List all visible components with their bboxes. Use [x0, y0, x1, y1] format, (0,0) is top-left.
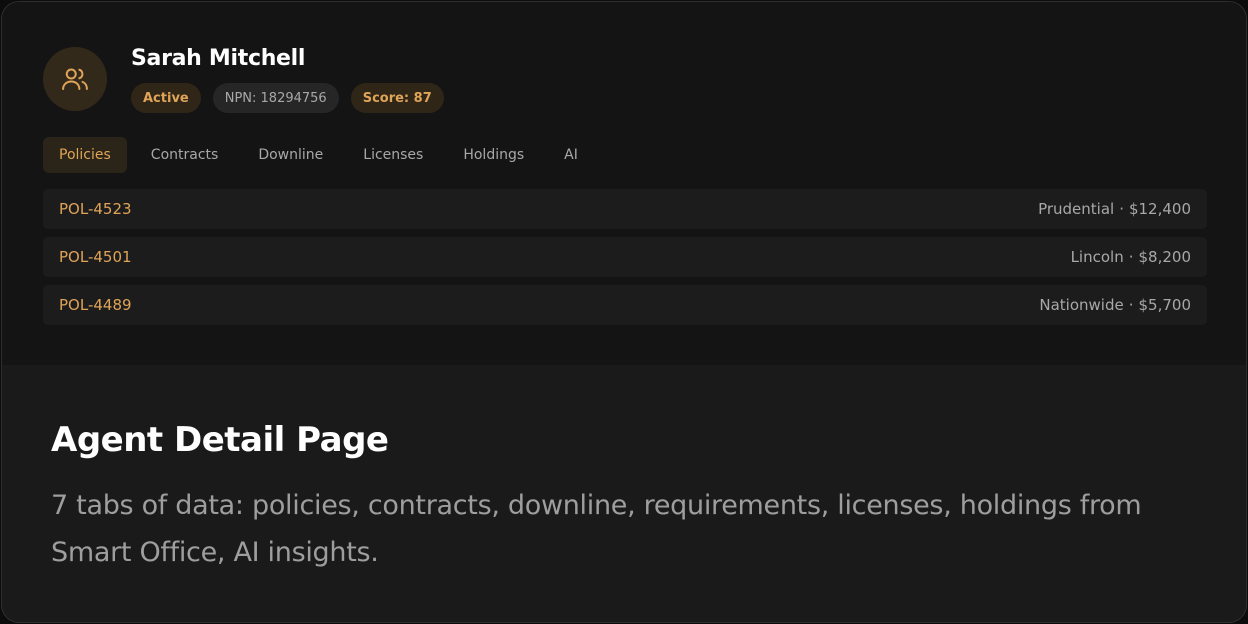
policy-id: POL-4501: [59, 248, 132, 266]
tab-licenses[interactable]: Licenses: [347, 137, 439, 173]
policy-meta: Lincoln · $8,200: [1071, 248, 1191, 266]
agent-detail-preview: Sarah Mitchell Active NPN: 18294756 Scor…: [2, 2, 1246, 365]
policy-row[interactable]: POL-4501 Lincoln · $8,200: [43, 237, 1207, 277]
policy-amount: $5,700: [1138, 296, 1192, 314]
caption-description: 7 tabs of data: policies, contracts, dow…: [51, 490, 1142, 568]
agent-name: Sarah Mitchell: [131, 46, 306, 71]
meta-separator: ·: [1128, 296, 1134, 314]
policy-meta: Prudential · $12,400: [1038, 200, 1191, 218]
meta-separator: ·: [1119, 200, 1124, 218]
tab-downline[interactable]: Downline: [242, 137, 339, 173]
npn-badge: NPN: 18294756: [212, 83, 339, 113]
policy-carrier: Lincoln: [1070, 248, 1124, 266]
avatar: [43, 47, 107, 111]
caption-title: Agent Detail Page: [51, 420, 389, 460]
tab-contracts[interactable]: Contracts: [135, 137, 235, 173]
score-badge: Score: 87: [350, 83, 444, 113]
policy-id: POL-4489: [59, 296, 132, 314]
policy-amount: $8,200: [1138, 248, 1192, 266]
policy-id: POL-4523: [59, 200, 132, 218]
policy-row[interactable]: POL-4523 Prudential · $12,400: [43, 189, 1207, 229]
tab-bar: Policies Contracts Downline Licenses Hol…: [43, 137, 602, 173]
policy-list: POL-4523 Prudential · $12,400 POL-4501 L…: [43, 189, 1207, 333]
policy-row[interactable]: POL-4489 Nationwide · $5,700: [43, 285, 1207, 325]
feature-card: Sarah Mitchell Active NPN: 18294756 Scor…: [1, 1, 1247, 623]
policy-meta: Nationwide · $5,700: [1039, 296, 1191, 314]
tab-ai[interactable]: AI: [548, 137, 594, 173]
policy-carrier: Prudential: [1038, 200, 1115, 218]
status-badge: Active: [131, 83, 201, 113]
feature-caption: Agent Detail Page 7 tabs of data: polici…: [51, 420, 1201, 576]
policy-carrier: Nationwide: [1039, 296, 1124, 314]
agent-badges: Active NPN: 18294756 Score: 87: [131, 83, 444, 113]
tab-holdings[interactable]: Holdings: [447, 137, 540, 173]
policy-amount: $12,400: [1128, 200, 1191, 218]
users-icon: [62, 68, 88, 90]
meta-separator: ·: [1128, 248, 1134, 266]
tab-policies[interactable]: Policies: [43, 137, 127, 173]
